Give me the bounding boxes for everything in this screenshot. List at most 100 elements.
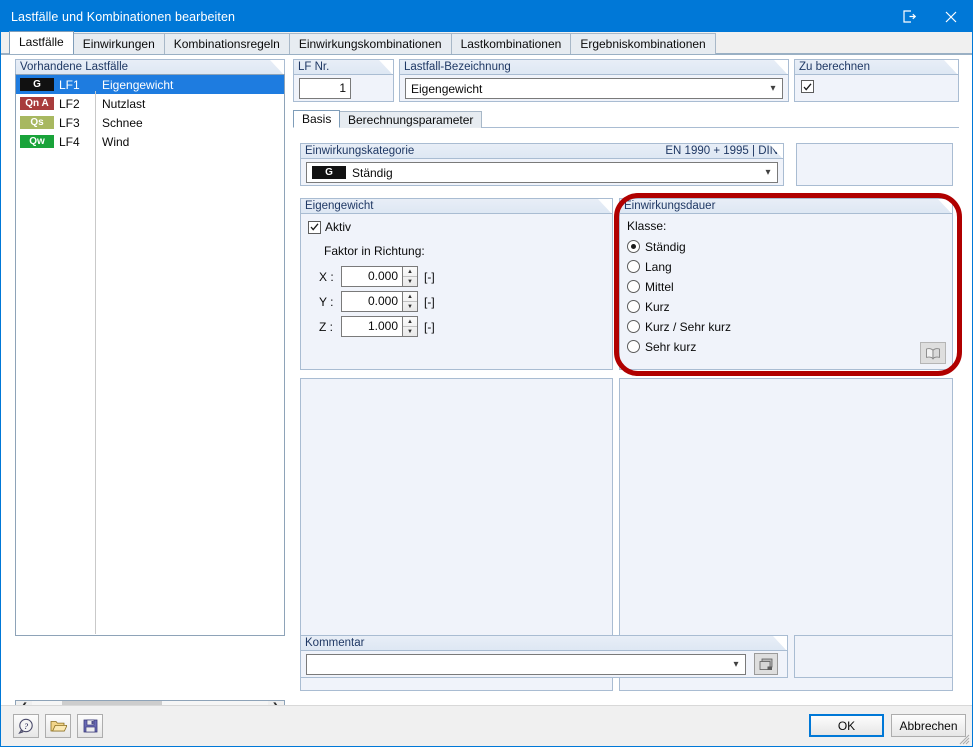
detach-icon[interactable] bbox=[888, 1, 930, 32]
factor-input-z[interactable]: 1.000 bbox=[341, 316, 403, 337]
radio-icon[interactable] bbox=[627, 320, 640, 333]
cancel-button[interactable]: Abbrechen bbox=[891, 714, 966, 737]
radio-icon[interactable] bbox=[627, 340, 640, 353]
duration-option-staendig[interactable]: Ständig bbox=[627, 237, 686, 256]
stepper-down-icon[interactable]: ▼ bbox=[403, 327, 417, 336]
lf-description-value: Eigengewicht bbox=[411, 81, 483, 96]
window-title: Lastfälle und Kombinationen bearbeiten bbox=[11, 9, 236, 24]
table-row[interactable]: Qw LF4 Wind bbox=[16, 132, 284, 151]
load-case-list[interactable]: G LF1 Eigengewicht Qn A LF2 Nutzlast Qs bbox=[15, 74, 285, 636]
row-identifier: Qw LF4 bbox=[16, 132, 96, 151]
table-row[interactable]: G LF1 Eigengewicht bbox=[16, 75, 284, 94]
lf-description-body: Eigengewicht ▾ bbox=[399, 74, 789, 102]
duration-option-kurz[interactable]: Kurz bbox=[627, 297, 670, 316]
comment-pick-button[interactable] bbox=[754, 653, 778, 675]
factor-stepper-z[interactable]: ▲ ▼ bbox=[403, 316, 418, 337]
factor-axis-label-x: X : bbox=[319, 269, 334, 284]
stepper-up-icon[interactable]: ▲ bbox=[403, 267, 417, 277]
action-duration-caption: Einwirkungsdauer bbox=[619, 198, 953, 214]
duration-option-sehr-kurz[interactable]: Sehr kurz bbox=[627, 337, 696, 356]
stepper-up-icon[interactable]: ▲ bbox=[403, 292, 417, 302]
help-button[interactable]: ? bbox=[13, 714, 39, 738]
radio-icon[interactable] bbox=[627, 300, 640, 313]
radio-icon[interactable] bbox=[627, 240, 640, 253]
windows-stack-icon bbox=[759, 658, 772, 670]
comment-group: Kommentar ▾ bbox=[300, 635, 788, 678]
self-weight-active-row[interactable]: Aktiv bbox=[308, 220, 351, 234]
factor-stepper-y[interactable]: ▲ ▼ bbox=[403, 291, 418, 312]
load-case-badge: Qn A bbox=[20, 97, 54, 110]
open-button[interactable] bbox=[45, 714, 71, 738]
open-folder-icon bbox=[50, 721, 67, 732]
radio-icon[interactable] bbox=[627, 280, 640, 293]
action-category-combo[interactable]: G Ständig ▾ bbox=[306, 162, 778, 183]
comment-combo[interactable]: ▾ bbox=[306, 654, 746, 675]
action-duration-body: Klasse: Ständig Lang Mittel Kurz Kurz / … bbox=[619, 213, 953, 370]
chevron-down-icon[interactable]: ▾ bbox=[764, 83, 782, 94]
lf-number-input[interactable]: 1 bbox=[299, 78, 351, 99]
lf-number-caption: LF Nr. bbox=[293, 59, 394, 75]
self-weight-body: Aktiv Faktor in Richtung: X : 0.000 ▲ ▼ [… bbox=[300, 213, 613, 370]
lf-number-group: LF Nr. 1 bbox=[293, 59, 394, 102]
resize-grip-icon[interactable] bbox=[958, 733, 970, 745]
table-row[interactable]: Qn A LF2 Nutzlast bbox=[16, 94, 284, 113]
action-category-group: Einwirkungskategorie EN 1990 + 1995 | DI… bbox=[300, 143, 784, 186]
factor-unit-x: [-] bbox=[424, 269, 435, 284]
stepper-down-icon[interactable]: ▼ bbox=[403, 277, 417, 286]
tab-basis[interactable]: Basis bbox=[293, 110, 341, 128]
comment-body: ▾ bbox=[300, 650, 788, 678]
tab-berechnungsparameter[interactable]: Berechnungsparameter bbox=[339, 111, 483, 128]
factor-axis-label-y: Y : bbox=[319, 294, 334, 309]
duration-option-mittel[interactable]: Mittel bbox=[627, 277, 674, 296]
load-case-name: Wind bbox=[102, 134, 130, 149]
tab-kombinationsregeln[interactable]: Kombinationsregeln bbox=[163, 33, 290, 54]
duration-option-lang[interactable]: Lang bbox=[627, 257, 672, 276]
help-question-icon: ? bbox=[18, 718, 33, 734]
save-floppy-icon bbox=[83, 719, 97, 733]
duration-option-label: Kurz / Sehr kurz bbox=[645, 319, 732, 334]
factor-input-x[interactable]: 0.000 bbox=[341, 266, 403, 287]
stepper-down-icon[interactable]: ▼ bbox=[403, 302, 417, 311]
save-button[interactable] bbox=[77, 714, 103, 738]
table-row[interactable]: Qs LF3 Schnee bbox=[16, 113, 284, 132]
action-duration-group: Einwirkungsdauer Klasse: Ständig Lang Mi… bbox=[619, 198, 953, 370]
lf-description-combo[interactable]: Eigengewicht ▾ bbox=[405, 78, 783, 99]
lf-number-body: 1 bbox=[293, 74, 394, 102]
duration-info-button[interactable] bbox=[920, 342, 946, 364]
lf-description-group: Lastfall-Bezeichnung Eigengewicht ▾ bbox=[399, 59, 789, 102]
tab-ergebniskombinationen[interactable]: Ergebniskombinationen bbox=[570, 33, 716, 54]
book-icon bbox=[926, 347, 940, 360]
tab-lastfaelle[interactable]: Lastfälle bbox=[9, 31, 74, 54]
duration-option-kurz-sehr-kurz[interactable]: Kurz / Sehr kurz bbox=[627, 317, 731, 336]
close-icon[interactable] bbox=[930, 1, 972, 32]
comment-caption: Kommentar bbox=[300, 635, 788, 651]
factor-unit-y: [-] bbox=[424, 294, 435, 309]
factor-input-y[interactable]: 0.000 bbox=[341, 291, 403, 312]
factor-stepper-x[interactable]: ▲ ▼ bbox=[403, 266, 418, 287]
self-weight-active-checkbox[interactable] bbox=[308, 220, 321, 234]
duration-class-label: Klasse: bbox=[627, 219, 667, 233]
ok-button[interactable]: OK bbox=[809, 714, 884, 737]
chevron-down-icon[interactable]: ▾ bbox=[727, 659, 745, 670]
action-category-caption-text: Einwirkungskategorie bbox=[305, 145, 415, 157]
load-case-badge: G bbox=[20, 78, 54, 91]
radio-icon[interactable] bbox=[627, 260, 640, 273]
tab-lastkombinationen[interactable]: Lastkombinationen bbox=[450, 33, 572, 54]
tab-einwirkungen[interactable]: Einwirkungen bbox=[72, 33, 165, 54]
factor-row-x: X : 0.000 ▲ ▼ [-] bbox=[319, 266, 435, 287]
row-identifier: Qs LF3 bbox=[16, 113, 96, 132]
tab-einwirkungskombinationen[interactable]: Einwirkungskombinationen bbox=[288, 33, 452, 54]
stepper-up-icon[interactable]: ▲ bbox=[403, 317, 417, 327]
dialog-window: Lastfälle und Kombinationen bearbeiten L… bbox=[0, 0, 973, 747]
duration-option-label: Sehr kurz bbox=[645, 339, 697, 354]
factor-row-y: Y : 0.000 ▲ ▼ [-] bbox=[319, 291, 435, 312]
load-case-number: LF2 bbox=[59, 96, 80, 111]
list-column-separator bbox=[95, 91, 96, 634]
to-calculate-body bbox=[794, 74, 959, 102]
load-case-number: LF1 bbox=[59, 77, 80, 92]
chevron-down-icon[interactable]: ▾ bbox=[759, 167, 777, 178]
load-case-number: LF3 bbox=[59, 115, 80, 130]
to-calculate-checkbox[interactable] bbox=[801, 80, 814, 93]
self-weight-active-label: Aktiv bbox=[325, 220, 352, 234]
action-category-value-wrap: G Ständig bbox=[307, 166, 759, 180]
